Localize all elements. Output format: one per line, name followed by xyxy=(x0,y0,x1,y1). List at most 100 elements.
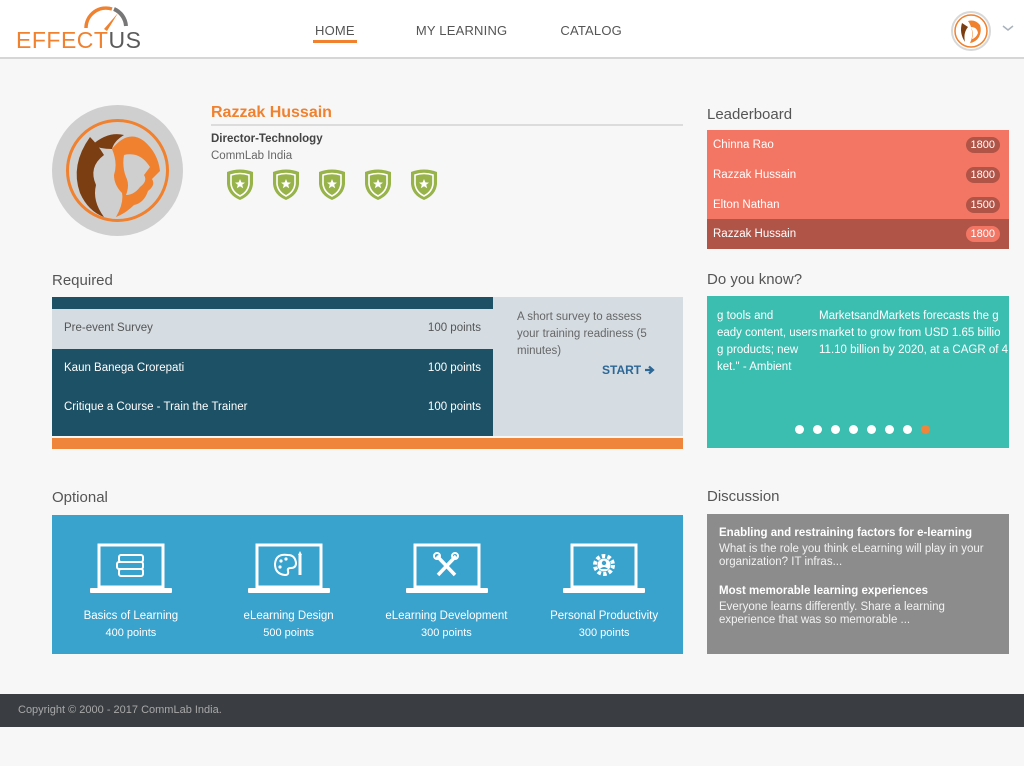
shield-badge-icon xyxy=(365,169,391,200)
books-icon xyxy=(90,543,172,593)
discussion-panel: Enabling and restraining factors for e-l… xyxy=(707,514,1009,654)
nav-home[interactable]: HOME xyxy=(313,0,357,58)
optional-course-title: eLearning Design xyxy=(243,610,334,622)
leaderboard-score: 1500 xyxy=(965,197,1000,213)
optional-course-title: Basics of Learning xyxy=(83,610,179,622)
shield-badge-icon xyxy=(273,169,299,200)
optional-course-card[interactable]: eLearning Design 500 points xyxy=(210,515,368,654)
required-heading: Required xyxy=(52,272,113,289)
discussion-excerpt: What is the role you think eLearning wil… xyxy=(719,543,984,568)
main-nav: HOME MY LEARNING CATALOG xyxy=(300,0,622,58)
optional-course-title: Personal Productivity xyxy=(550,610,659,622)
nav-my-learning[interactable]: MY LEARNING xyxy=(416,0,508,58)
leaderboard-heading: Leaderboard xyxy=(707,106,793,123)
discussion-title: Enabling and restraining factors for e-l… xyxy=(719,527,973,539)
optional-course-points: 300 points xyxy=(578,627,630,639)
optional-course-points: 400 points xyxy=(105,627,157,639)
carousel-dot[interactable] xyxy=(795,425,804,434)
do-you-know-heading: Do you know? xyxy=(707,271,803,288)
palette-icon xyxy=(247,543,330,593)
optional-course-title: eLearning Development xyxy=(385,610,508,622)
carousel-dot[interactable] xyxy=(903,425,912,434)
optional-course-points: 500 points xyxy=(263,627,314,639)
profile-avatar xyxy=(52,105,183,236)
start-label: START xyxy=(602,363,642,377)
profile-company: CommLab India xyxy=(211,150,293,162)
leaderboard-row-current-user: Razzak Hussain 1800 xyxy=(707,219,1009,249)
required-panel: Pre-event Survey 100 points Kaun Banega … xyxy=(52,297,683,449)
user-avatar[interactable] xyxy=(951,11,991,51)
copyright-text: Copyright © 2000 - 2017 CommLab India. xyxy=(18,704,222,716)
carousel-dot[interactable] xyxy=(867,425,876,434)
lion-icon xyxy=(66,119,169,222)
chevron-down-icon[interactable] xyxy=(1001,23,1015,33)
slide-line: eady content, users xyxy=(717,327,818,339)
required-item-title: Pre-event Survey xyxy=(64,322,153,334)
badge-list xyxy=(224,167,440,201)
carousel-dot[interactable] xyxy=(921,425,930,434)
required-progress-bar xyxy=(52,438,683,449)
required-item-points: 100 points xyxy=(427,322,481,334)
slide-line: g tools and xyxy=(717,310,774,322)
profile-job-title: Director-Technology xyxy=(211,133,323,145)
optional-course-card[interactable]: Personal Productivity 300 points xyxy=(525,515,683,654)
leaderboard-name: Razzak Hussain xyxy=(713,228,797,240)
carousel-slide-previous: g tools and eady content, users g produc… xyxy=(717,308,817,376)
slide-line: MarketsandMarkets forecasts the g xyxy=(819,310,999,322)
leaderboard-name: Elton Nathan xyxy=(713,199,780,211)
leaderboard-panel: Chinna Rao 1800 Razzak Hussain 1800 Elto… xyxy=(707,130,1009,249)
effectus-logo[interactable]: EFFECTUS xyxy=(16,4,141,52)
discussion-title: Most memorable learning experiences xyxy=(719,585,928,597)
tools-icon xyxy=(405,543,488,593)
required-list: Pre-event Survey 100 points Kaun Banega … xyxy=(52,297,493,436)
optional-course-points: 300 points xyxy=(420,627,472,639)
leaderboard-score: 1800 xyxy=(965,226,1000,242)
discussion-excerpt: Everyone learns differently. Share a lea… xyxy=(719,601,945,626)
shield-badge-icon xyxy=(227,169,253,200)
required-item-title: Critique a Course - Train the Trainer xyxy=(64,401,248,413)
carousel-dot[interactable] xyxy=(813,425,822,434)
carousel-dot[interactable] xyxy=(831,425,840,434)
page-footer: Copyright © 2000 - 2017 CommLab India. xyxy=(0,694,1024,727)
carousel-dot[interactable] xyxy=(885,425,894,434)
discussion-item[interactable]: Most memorable learning experiences Ever… xyxy=(719,585,999,627)
leaderboard-row: Elton Nathan 1500 xyxy=(707,190,1009,220)
profile-name: Razzak Hussain xyxy=(211,104,332,121)
optional-course-card[interactable]: Basics of Learning 400 points xyxy=(52,515,210,654)
optional-course-card[interactable]: eLearning Development 300 points xyxy=(368,515,526,654)
do-you-know-carousel[interactable]: g tools and eady content, users g produc… xyxy=(707,296,1009,448)
gear-person-icon xyxy=(563,543,646,593)
carousel-dot[interactable] xyxy=(849,425,858,434)
required-detail: A short survey to assess your training r… xyxy=(493,297,683,436)
required-item-points: 100 points xyxy=(427,362,481,374)
arrow-right-icon xyxy=(645,365,656,375)
carousel-dots xyxy=(795,425,930,434)
shield-badge-icon xyxy=(319,169,345,200)
carousel-slide-current: MarketsandMarkets forecasts the g market… xyxy=(819,308,1008,359)
required-description: A short survey to assess your training r… xyxy=(517,311,647,357)
discussion-item[interactable]: Enabling and restraining factors for e-l… xyxy=(719,527,999,569)
required-item[interactable]: Critique a Course - Train the Trainer 10… xyxy=(52,388,493,428)
optional-panel: Basics of Learning 400 points eLearning … xyxy=(52,515,683,654)
profile-divider xyxy=(211,124,683,126)
leaderboard-score: 1800 xyxy=(965,137,1000,153)
optional-heading: Optional xyxy=(52,489,108,506)
slide-line: g products; new xyxy=(717,344,799,356)
lion-icon xyxy=(954,14,988,48)
logo-wordmark: EFFECTUS xyxy=(16,27,142,53)
discussion-heading: Discussion xyxy=(707,488,780,505)
leaderboard-name: Chinna Rao xyxy=(713,139,774,151)
top-header: EFFECTUS HOME MY LEARNING CATALOG xyxy=(0,0,1024,59)
required-item-title: Kaun Banega Crorepati xyxy=(64,362,185,374)
nav-catalog[interactable]: CATALOG xyxy=(560,0,622,58)
slide-line: ket." - Ambient xyxy=(717,361,792,373)
leaderboard-name: Razzak Hussain xyxy=(713,169,797,181)
slide-line: market to grow from USD 1.65 billio xyxy=(819,327,1001,339)
leaderboard-row: Chinna Rao 1800 xyxy=(707,130,1009,160)
required-item[interactable]: Pre-event Survey 100 points xyxy=(52,309,493,349)
start-button[interactable]: START xyxy=(602,363,656,377)
required-item[interactable]: Kaun Banega Crorepati 100 points xyxy=(52,349,493,389)
leaderboard-row: Razzak Hussain 1800 xyxy=(707,160,1009,190)
required-item-points: 100 points xyxy=(427,401,481,413)
leaderboard-score: 1800 xyxy=(965,167,1000,183)
